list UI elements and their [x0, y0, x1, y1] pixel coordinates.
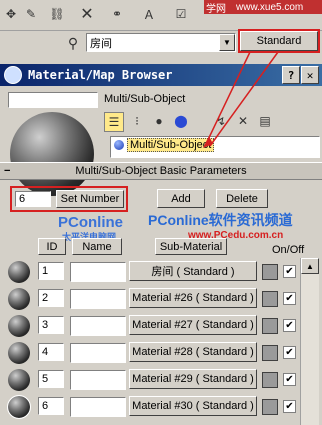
sample-sphere[interactable]: [8, 342, 30, 364]
row-id-field[interactable]: 6: [38, 397, 64, 415]
row-id-field[interactable]: 1: [38, 262, 64, 280]
row-color-swatch[interactable]: [262, 372, 278, 388]
col-onoff-label: On/Off: [272, 244, 305, 256]
row-name-field[interactable]: [70, 262, 126, 282]
row-color-swatch[interactable]: [262, 345, 278, 361]
row-color-swatch[interactable]: [262, 264, 278, 280]
scrollbar[interactable]: ▲: [300, 258, 319, 425]
row-onoff-checkbox[interactable]: ✔: [283, 319, 296, 332]
set-number-button[interactable]: Set Number: [56, 190, 124, 208]
row-submat-button[interactable]: Material #30 ( Standard ): [129, 396, 257, 416]
row-submat-button[interactable]: Material #28 ( Standard ): [129, 342, 257, 362]
row-submat-button[interactable]: Material #26 ( Standard ): [129, 288, 257, 308]
sample-sphere[interactable]: [8, 288, 30, 310]
watermark-pconline-cn: 软件资讯频道: [208, 212, 293, 228]
sample-sphere[interactable]: [8, 369, 30, 391]
row-color-swatch[interactable]: [262, 291, 278, 307]
sample-sphere[interactable]: [8, 261, 30, 283]
row-id-field[interactable]: 4: [38, 343, 64, 361]
scroll-up-icon[interactable]: ▲: [301, 258, 319, 274]
watermark-pconline-2: PConline软件资讯频道: [148, 210, 293, 230]
col-id-button[interactable]: ID: [38, 238, 66, 255]
row-onoff-checkbox[interactable]: ✔: [283, 400, 296, 413]
table-row: 5 Material #29 ( Standard ) ✔: [6, 368, 298, 395]
row-name-field[interactable]: [70, 289, 126, 309]
row-onoff-checkbox[interactable]: ✔: [283, 373, 296, 386]
row-onoff-checkbox[interactable]: ✔: [283, 292, 296, 305]
table-row: 1 房间 ( Standard ) ✔: [6, 260, 298, 287]
sample-sphere[interactable]: [8, 315, 30, 337]
watermark-pconline: PConline: [58, 214, 124, 231]
table-row: 3 Material #27 ( Standard ) ✔: [6, 314, 298, 341]
watermark-pconline-text: PConline: [148, 212, 209, 228]
row-color-swatch[interactable]: [262, 399, 278, 415]
row-id-field[interactable]: 2: [38, 289, 64, 307]
row-onoff-checkbox[interactable]: ✔: [283, 346, 296, 359]
row-submat-button[interactable]: 房间 ( Standard ): [129, 261, 257, 281]
setnumber-highlight: 6 Set Number: [10, 186, 128, 212]
row-name-field[interactable]: [70, 370, 126, 390]
count-field[interactable]: 6: [15, 191, 51, 207]
row-id-field[interactable]: 5: [38, 370, 64, 388]
col-name-button[interactable]: Name: [72, 238, 122, 255]
delete-button[interactable]: Delete: [216, 189, 268, 208]
col-submat-button[interactable]: Sub-Material: [155, 238, 227, 255]
sample-sphere[interactable]: [7, 395, 31, 419]
rollout-header[interactable]: − Multi/Sub-Object Basic Parameters: [0, 162, 322, 180]
submaterial-table: 1 房间 ( Standard ) ✔ 2 Material #26 ( Sta…: [6, 260, 298, 422]
table-row: 6 Material #30 ( Standard ) ✔: [6, 395, 298, 422]
arrow-head: [203, 136, 213, 148]
table-row: 4 Material #28 ( Standard ) ✔: [6, 341, 298, 368]
row-name-field[interactable]: [70, 343, 126, 363]
row-submat-button[interactable]: Material #29 ( Standard ): [129, 369, 257, 389]
row-onoff-checkbox[interactable]: ✔: [283, 265, 296, 278]
row-submat-button[interactable]: Material #27 ( Standard ): [129, 315, 257, 335]
row-id-field[interactable]: 3: [38, 316, 64, 334]
add-button[interactable]: Add: [157, 189, 205, 208]
table-row: 2 Material #26 ( Standard ) ✔: [6, 287, 298, 314]
row-name-field[interactable]: [70, 397, 126, 417]
row-color-swatch[interactable]: [262, 318, 278, 334]
row-name-field[interactable]: [70, 316, 126, 336]
rollout-title: Multi/Sub-Object Basic Parameters: [75, 165, 247, 177]
